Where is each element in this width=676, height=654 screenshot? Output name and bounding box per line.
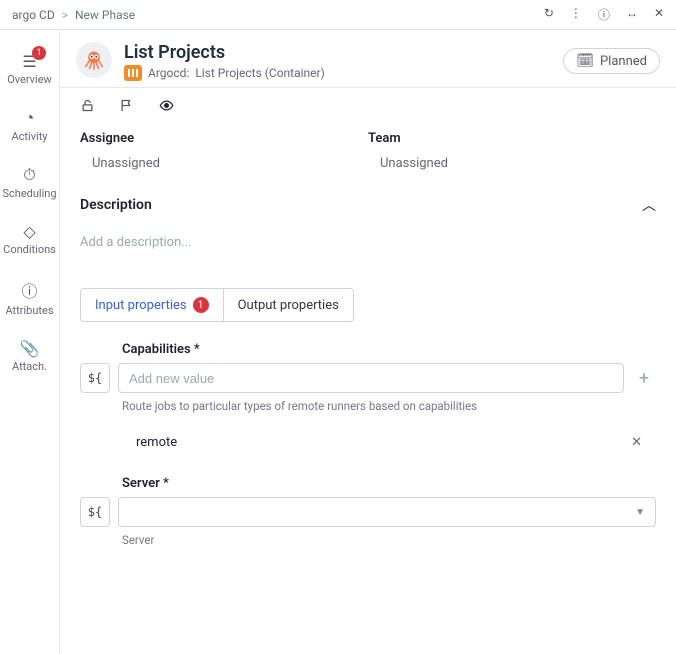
- sidenav-item-attributes[interactable]: ⓘ Attributes: [0, 268, 59, 329]
- tab-label: Output properties: [238, 298, 339, 313]
- subtitle-name: List Projects (Container): [195, 66, 324, 80]
- breadcrumb-current: New Phase: [75, 8, 135, 22]
- stopwatch-icon: ⏱: [0, 165, 59, 185]
- sidenav-item-overview[interactable]: ☰ 1 Overview: [0, 42, 59, 98]
- top-actions: ↻ ⋮ ⓘ ↔ ✕: [544, 6, 664, 23]
- description-label: Description: [80, 197, 642, 213]
- task-avatar: [76, 42, 112, 78]
- tab-badge: 1: [193, 297, 209, 313]
- tab-output-properties[interactable]: Output properties: [224, 288, 354, 322]
- sidenav-item-conditions[interactable]: ◇ Conditions: [0, 212, 59, 268]
- fields-row: Assignee Unassigned Team Unassigned: [60, 127, 676, 185]
- close-icon[interactable]: ✕: [654, 6, 664, 23]
- status-pill[interactable]: 🗓 Planned: [563, 48, 660, 74]
- breadcrumb-separator: >: [62, 8, 68, 22]
- capabilities-help: Route jobs to particular types of remote…: [122, 399, 656, 413]
- breadcrumb-root[interactable]: argo CD: [12, 8, 55, 22]
- info-icon[interactable]: ⓘ: [598, 6, 610, 23]
- subtitle-prefix: Argocd:: [148, 66, 189, 80]
- capability-chip-label: remote: [136, 435, 177, 450]
- sidenav-item-activity[interactable]: ◔ Activity: [0, 98, 59, 155]
- side-nav: ☰ 1 Overview ◔ Activity ⏱ Scheduling ◇ C…: [0, 30, 60, 654]
- assignee-value: Unassigned: [92, 156, 368, 171]
- sidenav-item-scheduling[interactable]: ⏱ Scheduling: [0, 155, 59, 212]
- server-label: Server *: [122, 476, 656, 491]
- properties-tabs: Input properties 1 Output properties: [80, 288, 656, 322]
- sidenav-label: Activity: [11, 130, 47, 143]
- server-group: Server * ${ ▼ Server: [80, 476, 656, 547]
- remove-chip-icon[interactable]: ✕: [631, 435, 648, 450]
- clock-icon: ◔: [0, 108, 59, 128]
- capabilities-group: Capabilities * ${ + Route jobs to partic…: [80, 342, 656, 454]
- page-subtitle: Argocd: List Projects (Container): [124, 65, 563, 81]
- paperclip-icon: 📎: [0, 339, 59, 358]
- sidenav-label: Conditions: [3, 243, 56, 256]
- team-label: Team: [368, 131, 656, 146]
- diamond-icon: ◇: [0, 222, 59, 241]
- server-help: Server: [122, 533, 656, 547]
- capability-chip: remote ✕: [122, 431, 656, 454]
- tab-label: Input properties: [95, 298, 187, 313]
- flag-icon[interactable]: [119, 98, 134, 117]
- breadcrumb: argo CD > New Phase: [12, 8, 544, 22]
- action-icons-row: [60, 88, 676, 127]
- calendar-icon: 🗓: [576, 53, 594, 69]
- add-value-button[interactable]: +: [632, 368, 656, 389]
- team-field[interactable]: Team Unassigned: [368, 131, 656, 171]
- assignee-field[interactable]: Assignee Unassigned: [80, 131, 368, 171]
- overview-badge: 1: [32, 46, 46, 60]
- chevron-down-icon: ▼: [635, 507, 645, 518]
- status-label: Planned: [600, 54, 647, 69]
- capabilities-input[interactable]: [118, 363, 624, 393]
- sidenav-label: Attach.: [12, 360, 47, 373]
- info-circle-icon: ⓘ: [0, 278, 59, 302]
- sidenav-label: Attributes: [5, 304, 53, 317]
- team-value: Unassigned: [380, 156, 656, 171]
- server-select[interactable]: ▼: [118, 497, 656, 527]
- header: List Projects Argocd: List Projects (Con…: [60, 30, 676, 88]
- chevron-up-icon[interactable]: ︿: [642, 195, 656, 215]
- lock-icon[interactable]: [80, 98, 95, 117]
- container-type-badge: [124, 65, 142, 81]
- top-bar: argo CD > New Phase ↻ ⋮ ⓘ ↔ ✕: [0, 0, 676, 30]
- expand-horizontal-icon[interactable]: ↔: [626, 6, 638, 23]
- more-vertical-icon[interactable]: ⋮: [570, 6, 582, 23]
- sidenav-label: Scheduling: [2, 187, 56, 200]
- description-section: Description ︿ Add a description...: [60, 185, 676, 264]
- description-input[interactable]: Add a description...: [80, 235, 656, 250]
- eye-icon[interactable]: [158, 98, 175, 117]
- main-panel: List Projects Argocd: List Projects (Con…: [60, 30, 676, 654]
- sidenav-item-attach[interactable]: 📎 Attach.: [0, 329, 59, 385]
- octopus-icon: [81, 47, 107, 73]
- assignee-label: Assignee: [80, 131, 368, 146]
- refresh-icon[interactable]: ↻: [544, 6, 554, 23]
- sidenav-label: Overview: [7, 73, 52, 86]
- tab-input-properties[interactable]: Input properties 1: [80, 288, 224, 322]
- page-title: List Projects: [124, 42, 563, 63]
- variable-button[interactable]: ${: [80, 363, 110, 393]
- input-properties-form: Capabilities * ${ + Route jobs to partic…: [60, 322, 676, 547]
- list-icon: ☰: [0, 52, 59, 71]
- variable-button[interactable]: ${: [80, 497, 110, 527]
- capabilities-label: Capabilities *: [122, 342, 656, 357]
